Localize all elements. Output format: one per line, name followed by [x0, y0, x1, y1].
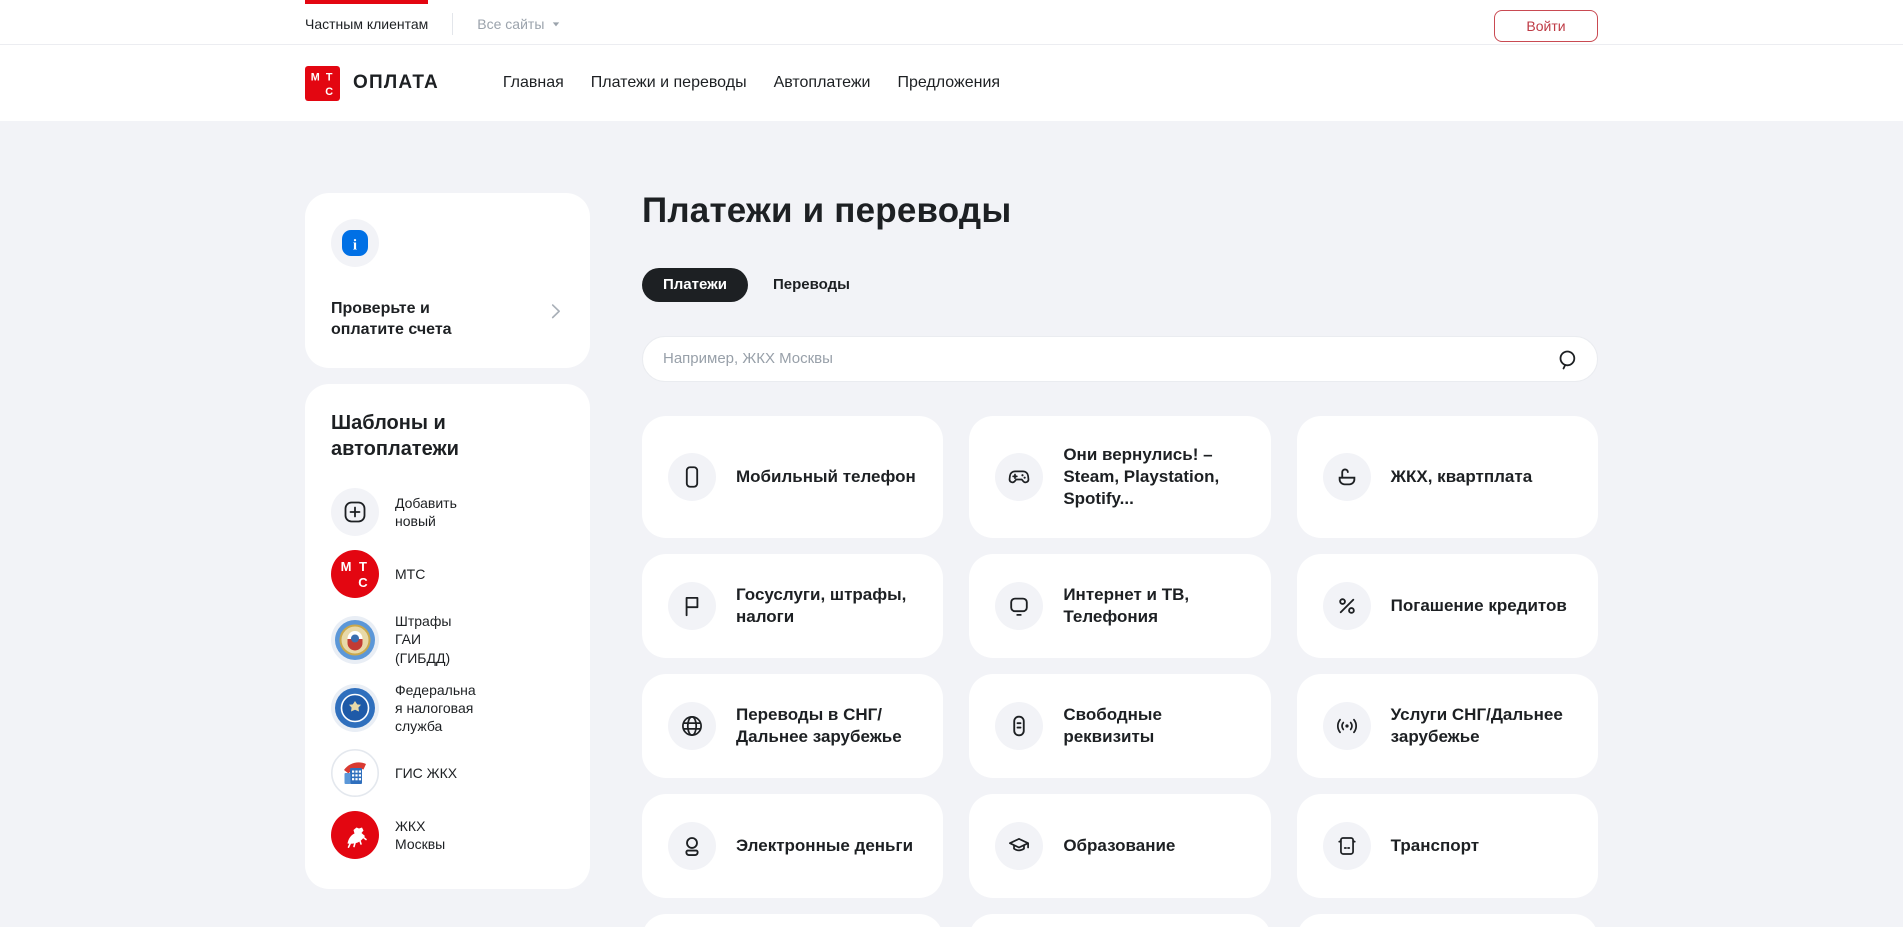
page-title: Платежи и переводы — [642, 193, 1598, 230]
fns-emblem-icon — [331, 684, 379, 732]
tabs: Платежи Переводы — [642, 268, 1598, 302]
mts-logo-icon — [305, 66, 340, 101]
template-item-label: Штрафы ГАИ (ГИБДД) — [395, 612, 479, 667]
templates-list: Добавить новый МТС Штрафы ГАИ (ГИБДД) Федер… — [331, 488, 566, 859]
search-bar[interactable] — [642, 336, 1598, 382]
audience-tab[interactable]: Частным клиентам — [305, 0, 428, 46]
category-card[interactable]: Свободные реквизиты — [969, 674, 1270, 778]
category-card-label: Переводы в СНГ/ Дальнее зарубежье — [736, 704, 923, 748]
gai-emblem-icon — [331, 616, 379, 664]
search-icon[interactable] — [1556, 348, 1580, 372]
bus-icon — [1323, 822, 1371, 870]
templates-card: Шаблоны и автоплатежи Добавить новый МТС Ш… — [305, 384, 590, 889]
tab-payments[interactable]: Платежи — [642, 268, 748, 302]
sidebar: Проверьте и оплатите счета Шаблоны и авт… — [305, 193, 590, 889]
page: Частным клиентам Все сайты Войти ОПЛАТА … — [0, 0, 1903, 927]
nav-offers[interactable]: Предложения — [897, 74, 1000, 92]
bath-icon — [1323, 453, 1371, 501]
template-item-label: ГИС ЖКХ — [395, 764, 479, 782]
template-item[interactable]: Федеральная налоговая служба — [331, 681, 566, 736]
sites-dropdown[interactable]: Все сайты — [477, 13, 563, 32]
topbar-divider — [452, 13, 453, 35]
category-card-label: Погашение кредитов — [1391, 595, 1567, 617]
brand-title: ОПЛАТА — [353, 72, 439, 94]
active-tab-indicator — [305, 0, 428, 4]
category-card[interactable]: Мобильный телефон — [642, 416, 943, 538]
category-card-label: ЖКХ, квартплата — [1391, 466, 1533, 488]
monitor-icon — [995, 582, 1043, 630]
signal-icon — [1323, 702, 1371, 750]
globe-icon — [668, 702, 716, 750]
login-button[interactable]: Войти — [1494, 10, 1598, 42]
category-card-label: Они вернулись! – Steam, Playstation, Spo… — [1063, 444, 1250, 510]
receipt-icon — [995, 702, 1043, 750]
main-panel: Платежи и переводы Платежи Переводы Моби… — [642, 193, 1598, 927]
caret-down-icon — [549, 17, 563, 31]
emoney-icon — [668, 822, 716, 870]
category-card-partial[interactable] — [1297, 914, 1598, 927]
category-card-partial[interactable] — [642, 914, 943, 927]
nav-autopayments[interactable]: Автоплатежи — [774, 74, 871, 92]
add-icon — [331, 488, 379, 536]
gis-zhkh-icon — [331, 749, 379, 797]
brand-logo[interactable]: ОПЛАТА — [305, 66, 439, 101]
category-card[interactable]: Госуслуги, штрафы, налоги — [642, 554, 943, 658]
main-nav: Главная Платежи и переводы Автоплатежи Пред… — [503, 74, 1000, 92]
category-card[interactable]: Электронные деньги — [642, 794, 943, 898]
category-card[interactable]: Транспорт — [1297, 794, 1598, 898]
topbar: Частным клиентам Все сайты Войти — [0, 0, 1903, 45]
percent-icon — [1323, 582, 1371, 630]
chevron-right-icon[interactable] — [544, 300, 566, 322]
template-item[interactable]: МТС — [331, 550, 566, 598]
category-card[interactable]: Переводы в СНГ/ Дальнее зарубежье — [642, 674, 943, 778]
category-card[interactable]: Погашение кредитов — [1297, 554, 1598, 658]
categories-grid: Мобильный телефон Они вернулись! – Steam,… — [642, 416, 1598, 927]
category-card[interactable]: Они вернулись! – Steam, Playstation, Spo… — [969, 416, 1270, 538]
category-card-partial[interactable] — [969, 914, 1270, 927]
category-card-label: Мобильный телефон — [736, 466, 916, 488]
template-item[interactable]: Штрафы ГАИ (ГИБДД) — [331, 612, 566, 667]
templates-heading: Шаблоны и автоплатежи — [331, 410, 496, 462]
info-icon — [331, 219, 379, 267]
category-card-label: Образование — [1063, 835, 1175, 857]
mts-avatar-icon — [331, 550, 379, 598]
main-header: ОПЛАТА Главная Платежи и переводы Автоплат… — [0, 45, 1903, 121]
template-item-label: Добавить новый — [395, 494, 479, 530]
category-card[interactable]: Услуги СНГ/Дальнее зарубежье — [1297, 674, 1598, 778]
phone-icon — [668, 453, 716, 501]
sites-dropdown-label: Все сайты — [477, 16, 544, 32]
flag-icon — [668, 582, 716, 630]
gamepad-icon — [995, 453, 1043, 501]
check-bills-card[interactable]: Проверьте и оплатите счета — [305, 193, 590, 368]
category-card-label: Услуги СНГ/Дальнее зарубежье — [1391, 704, 1578, 748]
template-item-label: ЖКХ Москвы — [395, 817, 479, 853]
nav-home[interactable]: Главная — [503, 74, 564, 92]
category-card-label: Интернет и ТВ, Телефония — [1063, 584, 1250, 628]
content: Проверьте и оплатите счета Шаблоны и авт… — [0, 121, 1903, 927]
category-card-label: Госуслуги, штрафы, налоги — [736, 584, 923, 628]
check-bills-title: Проверьте и оплатите счета — [331, 298, 503, 340]
tab-transfers[interactable]: Переводы — [773, 268, 850, 302]
template-item-label: Федеральная налоговая служба — [395, 681, 479, 736]
category-card[interactable]: ЖКХ, квартплата — [1297, 416, 1598, 538]
category-card-label: Свободные реквизиты — [1063, 704, 1250, 748]
education-icon — [995, 822, 1043, 870]
template-item[interactable]: ЖКХ Москвы — [331, 811, 566, 859]
search-input[interactable] — [643, 350, 1597, 367]
nav-payments[interactable]: Платежи и переводы — [591, 74, 747, 92]
template-item[interactable]: Добавить новый — [331, 488, 566, 536]
category-card[interactable]: Интернет и ТВ, Телефония — [969, 554, 1270, 658]
template-item[interactable]: ГИС ЖКХ — [331, 749, 566, 797]
moscow-zhkh-icon — [331, 811, 379, 859]
category-card-label: Электронные деньги — [736, 835, 913, 857]
category-card[interactable]: Образование — [969, 794, 1270, 898]
category-card-label: Транспорт — [1391, 835, 1479, 857]
template-item-label: МТС — [395, 565, 479, 583]
audience-tab-label: Частным клиентам — [305, 16, 428, 32]
